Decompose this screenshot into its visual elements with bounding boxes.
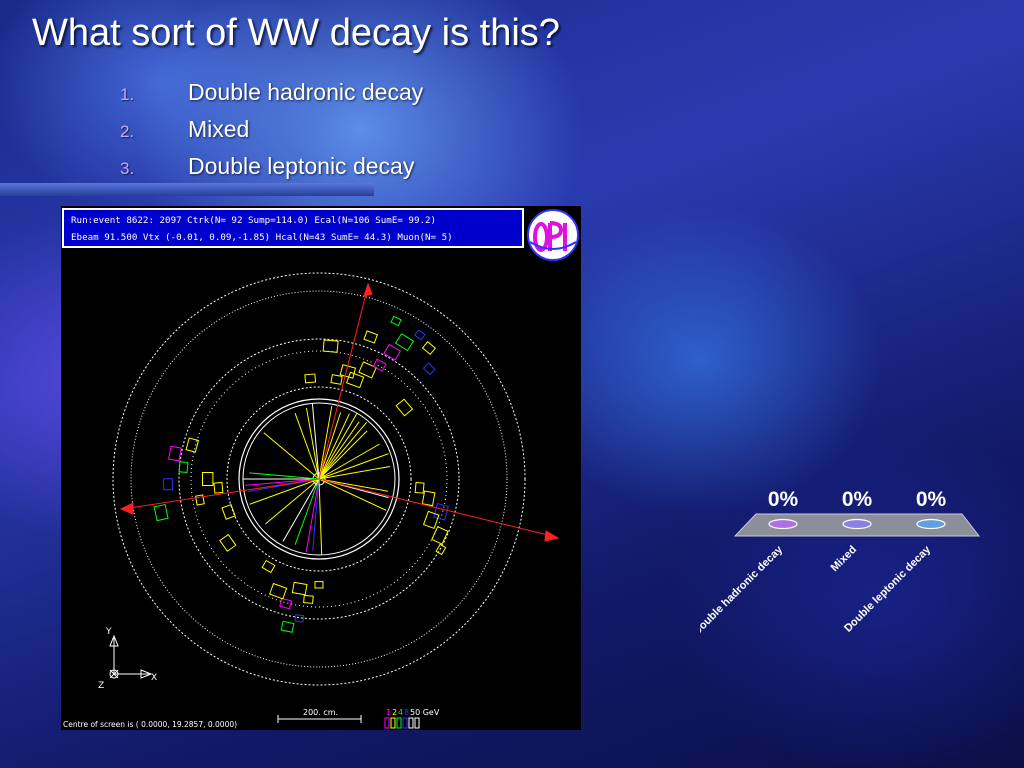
poll-value-label: 0% [768, 488, 799, 511]
option-number: 1. [120, 85, 135, 104]
event-footer: Centre of screen is ( 0.0000, 19.2857, 0… [63, 720, 237, 729]
event-header-line1: Run:event 8622: 2097 Ctrk(N= 92 Sump=114… [71, 215, 436, 226]
poll-chart-graphic: 0% Double hadronic decay 0% Mixed 0% Double l… [691, 488, 981, 638]
opal-logo-icon [527, 209, 579, 261]
svg-text:8: 8 [404, 708, 409, 717]
opal-event-display: Run:event 8622: 2097 Ctrk(N= 92 Sump=114… [61, 206, 581, 730]
option-number: 2. [120, 122, 135, 141]
option-label: Double hadronic decay [188, 79, 424, 105]
poll-results-chart: 0% Double hadronic decay 0% Mixed 0% Double l… [691, 475, 1000, 675]
option-label: Mixed [188, 116, 250, 142]
poll-bar-base [842, 518, 872, 530]
svg-text:50 GeV: 50 GeV [410, 708, 440, 717]
poll-value-label: 0% [842, 488, 873, 511]
svg-text:2: 2 [392, 708, 397, 717]
event-header-line2: Ebeam 91.500 Vtx (-0.01, 0.09,-1.85) Hca… [71, 232, 453, 243]
slide-title: What sort of WW decay is this? [32, 12, 560, 54]
svg-text:4: 4 [398, 708, 403, 717]
poll-category-label: Double leptonic decay [842, 543, 934, 635]
axis-z-label: Z [98, 681, 104, 691]
svg-text:1: 1 [386, 708, 391, 717]
poll-category-label: Double hadronic decay [700, 543, 786, 638]
poll-bar-base [768, 518, 798, 530]
poll-bars: 0% Double hadronic decay 0% Mixed 0% Double l… [691, 488, 947, 638]
option-number: 3. [120, 159, 135, 178]
poll-category-label: Mixed [829, 544, 860, 575]
axis-x-label: X [151, 673, 157, 683]
divider-bar [0, 183, 374, 196]
poll-value-label: 0% [916, 488, 947, 511]
axis-y-label: Y [105, 627, 112, 637]
poll-bar-base [916, 518, 946, 530]
option-label: Double leptonic decay [188, 153, 415, 179]
scale-label: 200. cm. [303, 708, 338, 717]
event-display-graphic: Run:event 8622: 2097 Ctrk(N= 92 Sump=114… [61, 206, 581, 730]
